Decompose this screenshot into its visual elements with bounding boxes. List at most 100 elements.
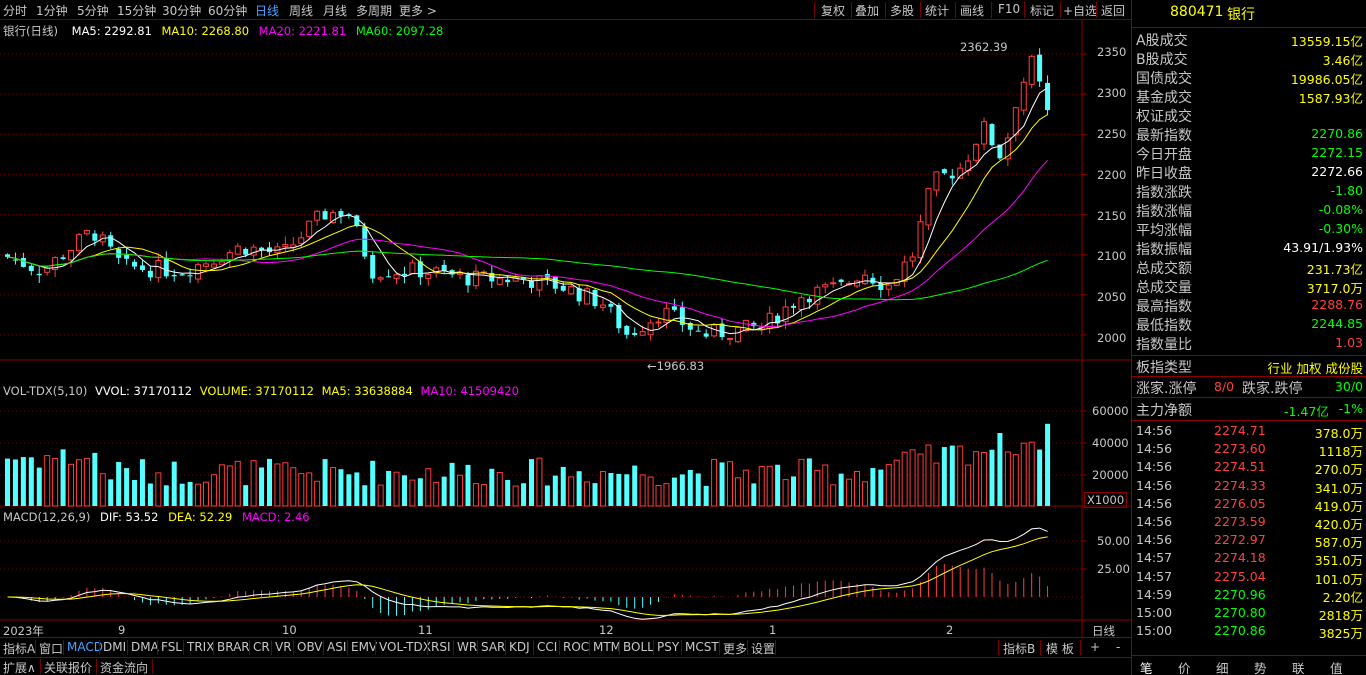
indicator-tab-macd[interactable]: MACD xyxy=(67,640,103,654)
period-tab-daily[interactable]: 日线 xyxy=(255,2,279,19)
tick-volume: 2.20亿 xyxy=(1322,589,1363,605)
f10-button[interactable]: F10 xyxy=(998,2,1020,16)
panel-tab-5[interactable]: 值 xyxy=(1330,658,1343,675)
period-tab-more[interactable]: 更多 > xyxy=(399,2,437,19)
candle-body-down xyxy=(108,235,114,247)
period-tab-weekly[interactable]: 周线 xyxy=(289,2,313,19)
ma20-line xyxy=(7,159,1048,328)
period-tab-5min[interactable]: 5分钟 xyxy=(77,2,109,19)
y-tick-2000: 2000 xyxy=(1097,331,1127,345)
panel-tab-2[interactable]: 细 xyxy=(1216,658,1229,675)
vol-tick-20000: 20000 xyxy=(1092,468,1129,482)
period-tab-fenshi[interactable]: 分时 xyxy=(3,2,27,19)
zoom-out-button[interactable]: - xyxy=(1116,640,1120,654)
panel-tab-0[interactable]: 笔 xyxy=(1140,658,1153,675)
volume-bar-up xyxy=(282,462,289,507)
period-tab-1min[interactable]: 1分钟 xyxy=(36,2,68,19)
draw-line-button[interactable]: 画线 xyxy=(960,2,984,19)
indicator-tab-roc[interactable]: ROC xyxy=(563,640,589,654)
indicator-tab-boll[interactable]: BOLL xyxy=(623,640,654,654)
indicator-tab-kdj[interactable]: KDJ xyxy=(509,640,530,654)
volume-bar-up xyxy=(99,473,106,507)
volume-bar-down xyxy=(124,468,130,506)
tick-price: 2274.71 xyxy=(1214,423,1266,438)
panel-tab-1[interactable]: 价 xyxy=(1178,658,1191,675)
add-watchlist-button[interactable]: +自选 xyxy=(1063,2,1097,19)
fuquan-button[interactable]: 复权 xyxy=(821,2,845,19)
stat-label: 最低指数 xyxy=(1136,318,1192,334)
mark-button[interactable]: 标记 xyxy=(1030,2,1054,19)
indicator-tab-brar[interactable]: BRAR xyxy=(217,640,250,654)
candle-body-down xyxy=(632,332,638,335)
period-tab-15min[interactable]: 15分钟 xyxy=(117,2,156,19)
indicator-tab-rsi[interactable]: RSI xyxy=(431,640,451,654)
multi-stock-button[interactable]: 多股 xyxy=(890,2,914,19)
kline-chart-canvas[interactable] xyxy=(0,20,1131,637)
volume-bar-up xyxy=(52,458,59,507)
period-tab-30min[interactable]: 30分钟 xyxy=(162,2,201,19)
zoom-in-button[interactable]: + xyxy=(1090,640,1100,654)
candle-body-up xyxy=(885,284,892,290)
volume-bar-up xyxy=(68,463,75,507)
volume-bar-down xyxy=(870,468,876,506)
period-tab-monthly[interactable]: 月线 xyxy=(323,2,347,19)
volume-bar-down xyxy=(505,479,511,506)
indicator-tab-obv[interactable]: OBV xyxy=(297,640,323,654)
indicator-tab-cci[interactable]: CCI xyxy=(537,640,557,654)
period-tab-60min[interactable]: 60分钟 xyxy=(208,2,247,19)
indicator-tab-cr[interactable]: CR xyxy=(253,640,270,654)
tick-price: 2274.33 xyxy=(1214,477,1266,493)
indicator-tab-trix[interactable]: TRIX xyxy=(187,640,214,654)
fund-flow-tab[interactable]: 资金流向 xyxy=(100,659,148,675)
volume-bar-down xyxy=(5,458,10,506)
statistics-button[interactable]: 统计 xyxy=(925,2,949,19)
period-toolbar: 分时 1分钟 5分钟 15分钟 30分钟 60分钟 日线 周线 月线 多周期 更… xyxy=(0,0,1131,20)
candle-body-up xyxy=(742,319,749,332)
indicator-tab-asi[interactable]: ASI xyxy=(327,640,346,654)
volume-bar-up xyxy=(973,451,980,507)
expand-tab[interactable]: 扩展∧ xyxy=(3,659,36,675)
volume-bar-up xyxy=(480,484,487,507)
stat-row: A股成交 13559.15亿 xyxy=(1136,30,1363,49)
y-tick-2100: 2100 xyxy=(1097,249,1127,263)
tick-time: 14:56 xyxy=(1136,423,1173,438)
volume-bar-up xyxy=(814,469,821,507)
indicator-tab-emv[interactable]: EMV xyxy=(351,640,377,654)
period-tab-multi[interactable]: 多周期 xyxy=(356,2,392,19)
indicator-tab-voltdx[interactable]: VOL-TDX xyxy=(379,640,431,654)
kline-chart-area[interactable]: 银行(日线) MA5: 2292.81 MA10: 2268.80 MA20: … xyxy=(0,20,1131,638)
indicator-tab-dmi[interactable]: DMI xyxy=(103,640,126,654)
back-button[interactable]: 返回 xyxy=(1101,2,1125,19)
volume-bar-down xyxy=(544,485,550,506)
indicator-b-tab[interactable]: 指标B xyxy=(1003,640,1035,657)
volume-bar-up xyxy=(965,464,972,507)
volume-bar-down xyxy=(465,464,471,506)
ma10-line xyxy=(7,114,1048,331)
indicator-tab-mcst[interactable]: MCST xyxy=(685,640,719,654)
macd-tick-25: 25.00 xyxy=(1097,562,1130,576)
indicator-tab--25[interactable]: 设置 xyxy=(751,640,775,657)
main-flow-pct: -1% xyxy=(1338,401,1363,416)
indicator-tab-mtm[interactable]: MTM xyxy=(593,640,621,654)
overlay-button[interactable]: 叠加 xyxy=(855,2,879,19)
indicator-tab--1[interactable]: 窗口 xyxy=(39,640,63,657)
panel-tab-3[interactable]: 势 xyxy=(1254,658,1267,675)
tick-row: 14:56 2273.59 420.0万 xyxy=(1136,514,1363,532)
macd-tick-50: 50.00 xyxy=(1097,534,1130,548)
indicator-tab-psy[interactable]: PSY xyxy=(657,640,679,654)
indicator-tab-sar[interactable]: SAR xyxy=(481,640,505,654)
panel-tab-4[interactable]: 联 xyxy=(1292,658,1305,675)
related-quotes-tab[interactable]: 关联报价 xyxy=(44,659,92,675)
indicator-tab--24[interactable]: 更多 xyxy=(723,640,747,657)
indicator-tab-fsl[interactable]: FSL xyxy=(161,640,182,654)
indicator-tab-dma[interactable]: DMA xyxy=(131,640,159,654)
candle-body-up xyxy=(568,286,575,295)
indicator-tab-vr[interactable]: VR xyxy=(275,640,292,654)
volume-pane-legend: VOL-TDX(5,10) VVOL: 37170112 VOLUME: 371… xyxy=(3,384,519,398)
stat-row: B股成交 3.46亿 xyxy=(1136,49,1363,68)
indicator-tab-a[interactable]: 指标A xyxy=(3,640,35,657)
volume-bar-down xyxy=(449,462,455,506)
template-tab[interactable]: 模 板 xyxy=(1046,640,1074,657)
candle-body-down xyxy=(124,255,130,259)
indicator-tab-wr[interactable]: WR xyxy=(457,640,477,654)
